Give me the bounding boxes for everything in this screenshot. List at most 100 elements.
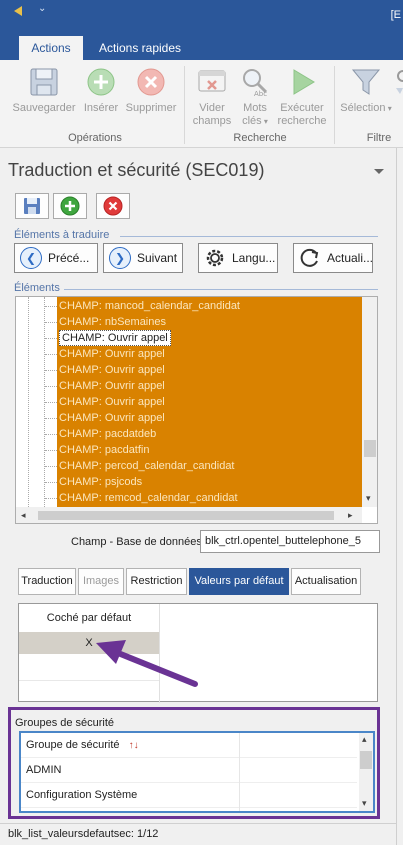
keywords-ribbon-button[interactable]: Abc Mots clés ▾ xyxy=(236,66,274,128)
elements-tree[interactable]: CHAMP: mancod_calendar_candidat CHAMP: n… xyxy=(15,296,378,524)
scroll-thumb[interactable] xyxy=(38,511,334,520)
clear-fields-label-1: Vider xyxy=(199,102,225,114)
column-header[interactable]: Groupe de sécurité ↑↓ xyxy=(21,733,357,758)
sort-icon[interactable]: ↑↓ xyxy=(129,740,139,751)
tab-images[interactable]: Images xyxy=(78,568,124,595)
tree-item[interactable]: CHAMP: nbSemaines xyxy=(59,314,166,330)
save-icon xyxy=(30,68,58,96)
row-divider xyxy=(19,680,159,681)
column-header[interactable]: Coché par défaut xyxy=(19,604,159,632)
db-field-value[interactable]: blk_ctrl.opentel_buttelephone_5 xyxy=(200,530,380,553)
funnel-icon xyxy=(351,69,381,95)
tree-connector xyxy=(45,450,57,451)
delete-label: Supprimer xyxy=(125,102,177,114)
clear-fields-icon xyxy=(198,70,226,92)
tab-actions[interactable]: Actions xyxy=(19,36,83,60)
gear-icon[interactable] xyxy=(394,68,403,98)
tab-valeurs-par-defaut[interactable]: Valeurs par défaut xyxy=(189,568,289,595)
section-divider xyxy=(120,236,378,237)
ribbon: Sauvegarder Insérer Supprimer Opérations… xyxy=(0,60,403,148)
ribbon-separator xyxy=(334,66,335,144)
scroll-up-icon[interactable]: ▴ xyxy=(362,734,367,745)
selection-label: Sélection xyxy=(340,102,386,114)
tree-item[interactable]: CHAMP: pacdatfin xyxy=(59,442,149,458)
table-row[interactable]: Configuration Système xyxy=(21,783,357,808)
chevron-left-icon: ❮ xyxy=(20,247,42,269)
svg-text:Abc: Abc xyxy=(254,90,267,98)
table-row[interactable]: ADMIN xyxy=(21,758,357,783)
security-groups-grid[interactable]: Groupe de sécurité ↑↓ ADMIN Configuratio… xyxy=(19,731,375,813)
tree-connector xyxy=(45,482,57,483)
tree-horizontal-scrollbar[interactable]: ◂ ▸ xyxy=(16,507,362,523)
tree-item-selected[interactable]: CHAMP: Ouvrir appel xyxy=(59,330,171,346)
tree-item[interactable]: CHAMP: pacdatdeb xyxy=(59,426,156,442)
scroll-right-icon[interactable]: ▸ xyxy=(348,510,353,521)
tree-item[interactable]: CHAMP: percod_calendar_candidat xyxy=(59,458,235,474)
section-label-elements: Éléments xyxy=(14,282,60,294)
close-circle-icon xyxy=(103,196,123,216)
chevron-down-icon[interactable] xyxy=(374,169,384,174)
tree-connector xyxy=(45,402,57,403)
save-ribbon-button[interactable]: Sauvegarder xyxy=(10,66,78,115)
scroll-thumb[interactable] xyxy=(364,440,376,457)
save-icon xyxy=(24,198,40,214)
tree-item[interactable]: CHAMP: Ouvrir appel xyxy=(59,394,165,410)
tab-restriction[interactable]: Restriction xyxy=(126,568,187,595)
tree-item[interactable]: CHAMP: Ouvrir appel xyxy=(59,346,165,362)
save-label: Sauvegarder xyxy=(12,102,76,114)
tree-item[interactable]: CHAMP: mancod_calendar_candidat xyxy=(59,298,240,314)
security-vertical-scrollbar[interactable]: ▴ ▾ xyxy=(359,733,373,811)
back-arrow-icon[interactable] xyxy=(14,6,22,16)
tree-connector xyxy=(45,466,57,467)
group-label-recherche: Recherche xyxy=(233,132,287,144)
refresh-button[interactable]: Actuali... xyxy=(293,243,373,273)
tree-connector xyxy=(45,338,57,339)
group-label-filtre: Filtre xyxy=(366,132,392,144)
selection-ribbon-button[interactable]: Sélection ▾ xyxy=(338,66,394,115)
tab-traduction[interactable]: Traduction xyxy=(18,568,76,595)
execute-label-1: Exécuter xyxy=(280,102,324,114)
tree-item[interactable]: CHAMP: psjcods xyxy=(59,474,142,490)
tree-item[interactable]: CHAMP: Ouvrir appel xyxy=(59,378,165,394)
status-bar: blk_list_valeursdefautsec: 1/12 xyxy=(0,823,396,845)
tab-actualisation[interactable]: Actualisation xyxy=(291,568,361,595)
scroll-down-icon[interactable]: ▾ xyxy=(362,798,367,809)
panel-insert-button[interactable] xyxy=(53,193,87,219)
language-label: Langu... xyxy=(232,251,276,265)
plus-circle-icon xyxy=(60,196,80,216)
default-value-cell[interactable]: X xyxy=(19,632,159,654)
insert-ribbon-button[interactable]: Insérer xyxy=(82,66,120,115)
tree-connector xyxy=(45,370,57,371)
close-circle-icon xyxy=(137,68,165,96)
panel-save-button[interactable] xyxy=(15,193,49,219)
scroll-down-icon[interactable]: ▾ xyxy=(366,493,371,504)
previous-label: Précé... xyxy=(48,251,90,265)
scroll-left-icon[interactable]: ◂ xyxy=(21,510,26,521)
tree-connector xyxy=(45,418,57,419)
quick-access-menu-icon[interactable]: ⌄ xyxy=(38,3,46,14)
db-field-label: Champ - Base de données xyxy=(71,536,202,548)
title-bar: ⌄ [E xyxy=(0,0,403,35)
tree-connector xyxy=(45,354,57,355)
previous-button[interactable]: ❮ Précé... xyxy=(14,243,98,273)
section-label-translate: Éléments à traduire xyxy=(14,229,110,241)
language-button[interactable]: Langu... xyxy=(198,243,278,273)
clear-fields-label-2: champs xyxy=(192,115,232,127)
next-button[interactable]: ❯ Suivant xyxy=(103,243,183,273)
group-label-operations: Opérations xyxy=(68,132,122,144)
tree-connector xyxy=(45,322,57,323)
tree-vertical-scrollbar[interactable]: ▾ xyxy=(362,297,377,507)
clear-fields-ribbon-button[interactable]: Vider champs xyxy=(190,66,234,128)
execute-search-ribbon-button[interactable]: Exécuter recherche xyxy=(274,66,330,128)
magnifier-abc-icon: Abc xyxy=(243,69,267,98)
delete-ribbon-button[interactable]: Supprimer xyxy=(122,66,180,115)
plus-circle-icon xyxy=(87,68,115,96)
tree-item[interactable]: CHAMP: Ouvrir appel xyxy=(59,410,165,426)
tab-actions-rapides[interactable]: Actions rapides xyxy=(88,36,192,60)
tree-item[interactable]: CHAMP: remcod_calendar_candidat xyxy=(59,490,238,506)
panel-delete-button[interactable] xyxy=(96,193,130,219)
scroll-thumb[interactable] xyxy=(360,751,372,769)
right-splitter[interactable] xyxy=(396,148,403,845)
keywords-label-2: clés xyxy=(242,115,262,127)
tree-item[interactable]: CHAMP: Ouvrir appel xyxy=(59,362,165,378)
